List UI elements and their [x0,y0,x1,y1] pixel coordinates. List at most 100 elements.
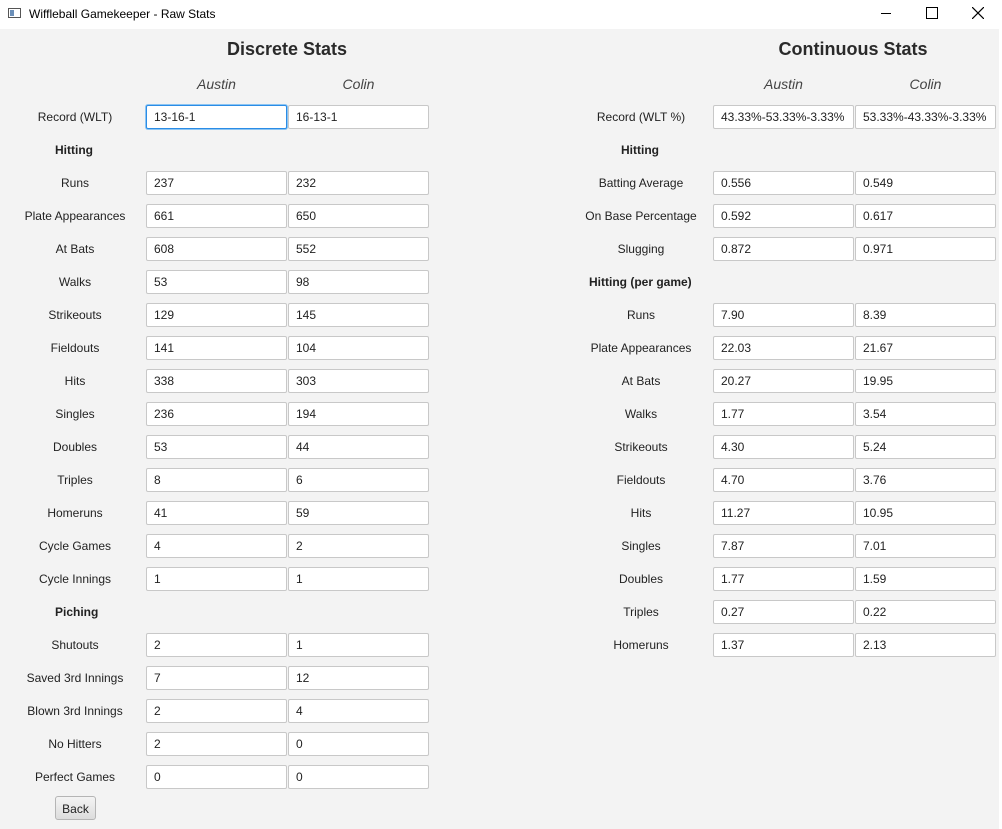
discrete-label: Cycle Games [38,539,112,553]
discrete-value-field[interactable]: 1 [288,633,429,657]
continuous-value-field[interactable]: 0.617 [855,204,996,228]
minimize-button[interactable] [863,0,909,29]
discrete-label: No Hitters [48,737,102,751]
discrete-value-field[interactable]: 8 [146,468,287,492]
continuous-value-field[interactable]: 7.01 [855,534,996,558]
title-bar: Wiffleball Gamekeeper - Raw Stats [0,0,1002,29]
continuous-value-field[interactable]: 7.87 [713,534,854,558]
continuous-label: Record (WLT %) [596,110,686,124]
discrete-value-field[interactable]: 104 [288,336,429,360]
discrete-value-field[interactable]: 1 [288,567,429,591]
continuous-value-field[interactable]: 0.971 [855,237,996,261]
continuous-section-heading: Hitting (per game) [589,275,692,289]
continuous-value-field[interactable]: 11.27 [713,501,854,525]
close-button[interactable] [955,0,1001,29]
continuous-label: On Base Percentage [585,209,697,223]
discrete-label: Cycle Innings [38,572,112,586]
continuous-label: Walks [624,407,658,421]
continuous-value-field[interactable]: 1.37 [713,633,854,657]
window-title: Wiffleball Gamekeeper - Raw Stats [29,7,216,21]
continuous-value-field[interactable]: 0.872 [713,237,854,261]
continuous-label: Homeruns [613,638,669,652]
continuous-value-field[interactable]: 1.77 [713,567,854,591]
discrete-value-field[interactable]: 16-13-1 [288,105,429,129]
continuous-value-field[interactable]: 0.22 [855,600,996,624]
continuous-value-field[interactable]: 2.13 [855,633,996,657]
discrete-value-field[interactable]: 661 [146,204,287,228]
discrete-label: Hits [64,374,86,388]
discrete-label: Plate Appearances [24,209,126,223]
continuous-value-field[interactable]: 4.30 [713,435,854,459]
discrete-label: Perfect Games [34,770,116,784]
continuous-label: Doubles [618,572,664,586]
continuous-value-field[interactable]: 1.77 [713,402,854,426]
continuous-label: Fieldouts [616,473,666,487]
discrete-value-field[interactable]: 303 [288,369,429,393]
discrete-value-field[interactable]: 2 [146,633,287,657]
discrete-value-field[interactable]: 232 [288,171,429,195]
discrete-value-field[interactable]: 650 [288,204,429,228]
discrete-value-field[interactable]: 2 [288,534,429,558]
discrete-value-field[interactable]: 59 [288,501,429,525]
discrete-value-field[interactable]: 0 [288,732,429,756]
continuous-label: Plate Appearances [590,341,692,355]
discrete-value-field[interactable]: 6 [288,468,429,492]
discrete-value-field[interactable]: 53 [146,270,287,294]
discrete-value-field[interactable]: 552 [288,237,429,261]
discrete-value-field[interactable]: 13-16-1 [146,105,287,129]
discrete-label: Singles [55,407,95,421]
discrete-value-field[interactable]: 41 [146,501,287,525]
discrete-value-field[interactable]: 237 [146,171,287,195]
discrete-value-field[interactable]: 0 [146,765,287,789]
continuous-value-field[interactable]: 8.39 [855,303,996,327]
discrete-label: Blown 3rd Innings [27,704,123,718]
continuous-player-1: Colin [909,76,942,92]
continuous-value-field[interactable]: 10.95 [855,501,996,525]
discrete-value-field[interactable]: 608 [146,237,287,261]
continuous-label: Slugging [617,242,665,256]
continuous-value-field[interactable]: 21.67 [855,336,996,360]
continuous-value-field[interactable]: 43.33%-53.33%-3.33% [713,105,854,129]
continuous-value-field[interactable]: 19.95 [855,369,996,393]
discrete-value-field[interactable]: 98 [288,270,429,294]
discrete-value-field[interactable]: 2 [146,699,287,723]
discrete-value-field[interactable]: 2 [146,732,287,756]
discrete-value-field[interactable]: 53 [146,435,287,459]
discrete-label: Record (WLT) [37,110,113,124]
discrete-value-field[interactable]: 129 [146,303,287,327]
back-button[interactable]: Back [55,796,96,820]
discrete-value-field[interactable]: 145 [288,303,429,327]
discrete-value-field[interactable]: 236 [146,402,287,426]
continuous-value-field[interactable]: 0.556 [713,171,854,195]
continuous-value-field[interactable]: 1.59 [855,567,996,591]
continuous-value-field[interactable]: 53.33%-43.33%-3.33% [855,105,996,129]
continuous-value-field[interactable]: 20.27 [713,369,854,393]
discrete-value-field[interactable]: 12 [288,666,429,690]
discrete-player-1: Colin [342,76,375,92]
discrete-value-field[interactable]: 44 [288,435,429,459]
maximize-button[interactable] [909,0,955,29]
continuous-value-field[interactable]: 4.70 [713,468,854,492]
continuous-value-field[interactable]: 5.24 [855,435,996,459]
continuous-value-field[interactable]: 7.90 [713,303,854,327]
discrete-value-field[interactable]: 1 [146,567,287,591]
continuous-value-field[interactable]: 0.549 [855,171,996,195]
discrete-value-field[interactable]: 0 [288,765,429,789]
discrete-label: Fieldouts [50,341,100,355]
discrete-label: Strikeouts [48,308,102,322]
continuous-value-field[interactable]: 22.03 [713,336,854,360]
continuous-section-heading: Hitting [621,143,659,157]
discrete-value-field[interactable]: 4 [288,699,429,723]
discrete-value-field[interactable]: 7 [146,666,287,690]
discrete-value-field[interactable]: 338 [146,369,287,393]
discrete-value-field[interactable]: 194 [288,402,429,426]
discrete-value-field[interactable]: 4 [146,534,287,558]
continuous-value-field[interactable]: 3.76 [855,468,996,492]
continuous-label: Strikeouts [614,440,668,454]
continuous-value-field[interactable]: 3.54 [855,402,996,426]
discrete-value-field[interactable]: 141 [146,336,287,360]
continuous-value-field[interactable]: 0.27 [713,600,854,624]
discrete-label: Homeruns [47,506,103,520]
continuous-value-field[interactable]: 0.592 [713,204,854,228]
continuous-label: Singles [621,539,661,553]
